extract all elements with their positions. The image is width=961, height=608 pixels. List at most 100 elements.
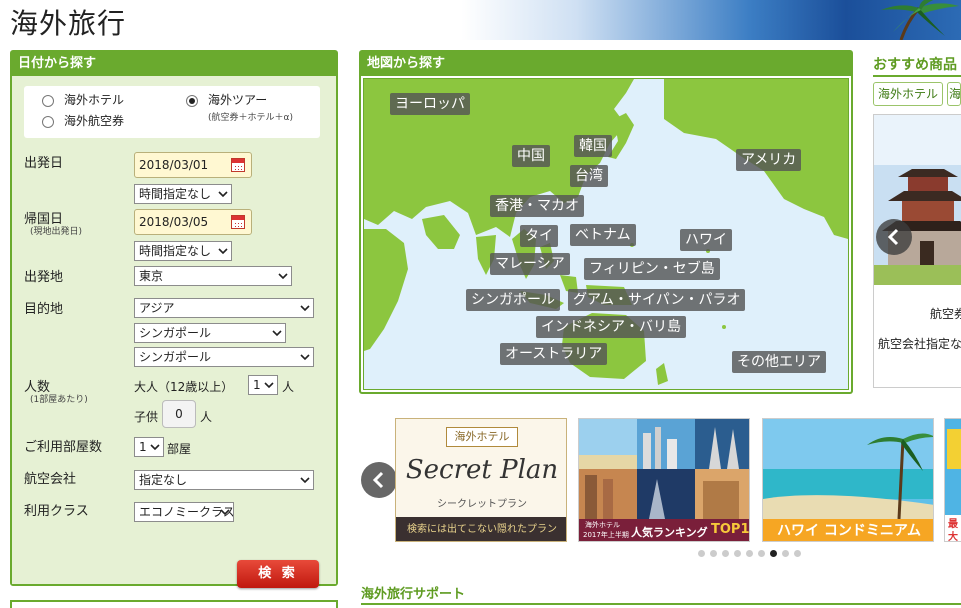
chevron-down-icon xyxy=(300,305,310,312)
secret-badge: 海外ホテル xyxy=(446,427,518,447)
region-hongkong-macau[interactable]: 香港・マカオ xyxy=(490,195,584,217)
banner-ranking[interactable]: 海外ホテル 2017年上半期 人気ランキング TOP10 xyxy=(578,418,750,542)
radio-flight[interactable] xyxy=(42,116,54,128)
next-panel-edge xyxy=(10,600,338,608)
pagination-dot[interactable] xyxy=(758,550,765,557)
children-stepper[interactable]: 0 xyxy=(162,400,196,428)
region-korea[interactable]: 韓国 xyxy=(574,135,612,157)
hawaii-caption: ハワイ コンドミニアム xyxy=(763,519,933,541)
region-china[interactable]: 中国 xyxy=(512,145,550,167)
region-australia[interactable]: オーストラリア xyxy=(500,343,608,365)
recommend-tab-hotel[interactable]: 海外ホテル xyxy=(873,82,943,106)
support-title-rule xyxy=(361,603,961,605)
region-europe[interactable]: ヨーロッパ xyxy=(390,93,470,115)
region-indonesia-bali[interactable]: インドネシア・バリ島 xyxy=(536,316,686,338)
palm-tree-image xyxy=(881,0,959,40)
chevron-down-icon xyxy=(300,354,310,361)
adults-label: 大人（12歳以上） xyxy=(134,380,234,394)
radio-flight-label[interactable]: 海外航空券 xyxy=(64,112,124,129)
depart-time-select[interactable]: 時間指定なし xyxy=(134,184,232,204)
recommend-card-line2: 航空会社指定な xyxy=(878,337,961,351)
banner-pagination xyxy=(698,550,822,558)
airline-value: 指定なし xyxy=(139,473,188,487)
destination-label: 目的地 xyxy=(24,302,64,317)
depart-date-input[interactable]: 2018/03/01 xyxy=(134,152,252,178)
region-philippines-cebu[interactable]: フィリピン・セブ島 xyxy=(584,258,720,280)
radio-tour[interactable] xyxy=(186,95,198,107)
partial-banner-graphic xyxy=(947,429,961,469)
banner-secret-plan[interactable]: 海外ホテル Secret Plan シークレットプラン 検索には出てこない隠れた… xyxy=(395,418,567,542)
rooms-label: ご利用部屋数 xyxy=(24,440,103,455)
ranking-top: TOP10 xyxy=(711,522,750,537)
banner-prev-button[interactable] xyxy=(361,462,397,498)
return-date-input[interactable]: 2018/03/05 xyxy=(134,209,252,235)
calendar-icon[interactable] xyxy=(231,158,245,172)
adults-value: 1 xyxy=(253,378,261,392)
region-thailand[interactable]: タイ xyxy=(520,225,558,247)
class-label: 利用クラス xyxy=(24,504,89,519)
dest-country-select[interactable]: シンガポール xyxy=(134,323,286,343)
secret-script: Secret Plan xyxy=(405,455,559,485)
rooms-select[interactable]: 1 xyxy=(134,437,164,457)
pagination-dot[interactable] xyxy=(794,550,801,557)
region-singapore[interactable]: シンガポール xyxy=(466,289,560,311)
class-select[interactable]: エコノミークラス xyxy=(134,502,234,522)
region-vietnam[interactable]: ベトナム xyxy=(570,224,636,246)
region-hawaii[interactable]: ハワイ xyxy=(680,229,732,251)
dest-city-select[interactable]: シンガポール xyxy=(134,347,314,367)
dest-city-value: シンガポール xyxy=(139,350,212,364)
pagination-dot[interactable] xyxy=(782,550,789,557)
dest-country-value: シンガポール xyxy=(139,326,212,340)
pagination-dot[interactable] xyxy=(710,550,717,557)
pagination-dot[interactable] xyxy=(722,550,729,557)
rooms-unit: 部屋 xyxy=(167,442,192,456)
airline-select[interactable]: 指定なし xyxy=(134,470,314,490)
pagination-dot[interactable] xyxy=(770,550,777,557)
date-search-form: 海外ホテル 海外航空券 海外ツアー (航空券＋ホテル＋α) 出発日 2018/0… xyxy=(12,76,336,588)
recommend-card[interactable]: 航空券 航空会社指定な xyxy=(873,114,961,388)
region-other[interactable]: その他エリア xyxy=(732,351,826,373)
chevron-down-icon xyxy=(150,444,160,451)
airline-label: 航空会社 xyxy=(24,472,77,487)
pagination-dot[interactable] xyxy=(698,550,705,557)
world-map: ヨーロッパ 中国 韓国 台湾 アメリカ 香港・マカオ タイ ベトナム ハワイ マ… xyxy=(363,78,849,390)
secret-sub: シークレットプラン xyxy=(437,499,527,510)
ranking-small: 海外ホテル xyxy=(585,521,620,529)
recommend-prev-button[interactable] xyxy=(876,219,912,255)
origin-select[interactable]: 東京 xyxy=(134,266,292,286)
date-search-panel: 日付から探す 海外ホテル 海外航空券 海外ツアー (航空券＋ホテル＋α) 出発日… xyxy=(10,50,338,588)
calendar-icon[interactable] xyxy=(231,215,245,229)
region-malaysia[interactable]: マレーシア xyxy=(490,253,570,275)
radio-tour-label[interactable]: 海外ツアー xyxy=(208,91,267,108)
map-search-panel: 地図から探す ヨーロッパ 中国 韓国 台湾 アメリカ 香港・マカオ タイ ベトナ… xyxy=(359,50,853,394)
adults-select[interactable]: 1 xyxy=(248,375,278,395)
radio-tour-note: (航空券＋ホテル＋α) xyxy=(208,113,293,123)
partial-banner-line2: 大 xyxy=(948,532,958,542)
children-value: 0 xyxy=(175,407,183,421)
region-taiwan[interactable]: 台湾 xyxy=(570,165,608,187)
chevron-down-icon xyxy=(218,248,228,255)
chevron-down-icon xyxy=(264,382,274,389)
support-title: 海外旅行サポート xyxy=(361,587,466,602)
return-date-value: 2018/03/05 xyxy=(139,215,209,229)
pagination-dot[interactable] xyxy=(746,550,753,557)
radio-hotel[interactable] xyxy=(42,95,54,107)
recommend-tab-partial[interactable]: 海 xyxy=(947,82,961,106)
origin-value: 東京 xyxy=(139,269,164,283)
radio-hotel-label[interactable]: 海外ホテル xyxy=(64,91,124,108)
chevron-down-icon xyxy=(300,477,310,484)
children-label: 子供 xyxy=(134,410,159,424)
region-america[interactable]: アメリカ xyxy=(736,149,802,171)
recommend-card-line1: 航空券 xyxy=(930,307,961,321)
pagination-dot[interactable] xyxy=(734,550,741,557)
return-time-value: 時間指定なし xyxy=(139,244,212,258)
search-button[interactable]: 検 索 xyxy=(237,560,319,588)
dest-area-select[interactable]: アジア xyxy=(134,298,314,318)
banner-hawaii[interactable]: ハワイ コンドミニアム xyxy=(762,418,934,542)
region-guam-saipan-palau[interactable]: グアム・サイパン・パラオ xyxy=(568,289,746,311)
depart-date-value: 2018/03/01 xyxy=(139,158,209,172)
return-time-select[interactable]: 時間指定なし xyxy=(134,241,232,261)
banner-partial[interactable]: 最 大 xyxy=(944,418,961,542)
depart-time-value: 時間指定なし xyxy=(139,187,212,201)
chevron-down-icon xyxy=(220,509,230,516)
